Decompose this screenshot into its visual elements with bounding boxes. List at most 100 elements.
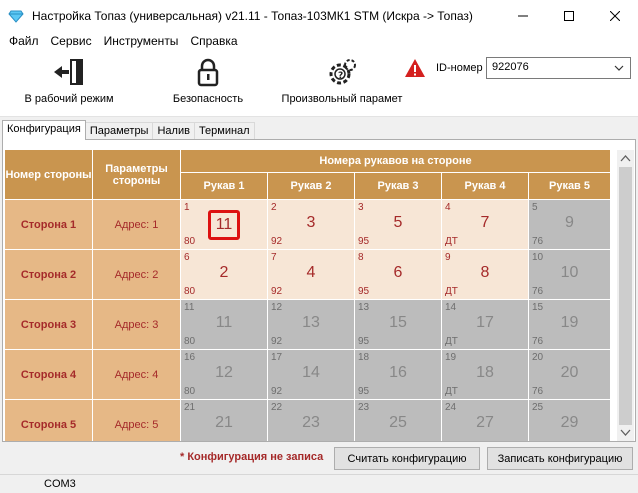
hose-number: 6	[393, 264, 403, 281]
fuel-grade: ДТ	[445, 286, 458, 297]
config-not-written-warning: * Конфигурация не записа	[180, 451, 324, 463]
hose-cell[interactable]: 8 6 95	[355, 250, 442, 300]
fuel-grade: 80	[184, 336, 196, 347]
hose-index: 5	[532, 202, 538, 213]
hose-number: 20	[560, 364, 579, 381]
work-mode-label: В рабочий режим	[24, 93, 114, 105]
gear-question-icon: ?	[329, 59, 356, 85]
menu-tools[interactable]: Инструменты	[98, 34, 185, 48]
menu-file[interactable]: Файл	[3, 34, 45, 48]
hose-index: 22	[271, 402, 283, 413]
side-address-cell[interactable]: Адрес: 2	[93, 250, 181, 300]
hose-cell[interactable]: 3 5 95	[355, 200, 442, 250]
fuel-grade: 76	[532, 336, 544, 347]
scroll-up-icon[interactable]	[617, 150, 634, 167]
side-address-cell[interactable]: Адрес: 3	[93, 300, 181, 350]
hose-index: 7	[271, 252, 277, 263]
fuel-grade: 92	[271, 336, 283, 347]
side-address-cell[interactable]: Адрес: 4	[93, 350, 181, 400]
work-mode-button[interactable]: В рабочий режим	[24, 57, 114, 105]
hose-cell[interactable]: 12 13 92	[268, 300, 355, 350]
hose-cell[interactable]: 6 2 80	[181, 250, 268, 300]
hose-index: 13	[358, 302, 370, 313]
fuel-grade: 76	[532, 236, 544, 247]
hose-number: 11	[207, 210, 241, 240]
hose-cell[interactable]: 9 8 ДТ	[442, 250, 529, 300]
header-hose-3: Рукав 3	[355, 173, 442, 200]
configuration-grid: Номер стороны Параметры стороны Номера р…	[5, 150, 611, 441]
hose-number: 11	[215, 314, 233, 331]
hose-cell[interactable]: 25 29	[529, 400, 611, 441]
hose-index: 3	[358, 202, 364, 213]
tab-terminal[interactable]: Терминал	[193, 122, 255, 140]
fuel-grade: 92	[271, 386, 283, 397]
side-address-cell[interactable]: Адрес: 5	[93, 400, 181, 441]
id-select[interactable]: 922076	[486, 57, 631, 79]
hose-index: 10	[532, 252, 544, 263]
write-config-button[interactable]: Записать конфигурацию	[487, 447, 633, 470]
hose-cell[interactable]: 18 16 95	[355, 350, 442, 400]
hose-index: 1	[184, 202, 190, 213]
side-number-cell[interactable]: Сторона 4	[5, 350, 93, 400]
side-number-cell[interactable]: Сторона 3	[5, 300, 93, 350]
security-button[interactable]: Безопасность	[166, 57, 250, 105]
menu-service[interactable]: Сервис	[45, 34, 98, 48]
hose-cell[interactable]: 13 15 95	[355, 300, 442, 350]
close-button[interactable]	[592, 0, 638, 31]
hose-cell[interactable]: 16 12 80	[181, 350, 268, 400]
hose-cell[interactable]: 7 4 92	[268, 250, 355, 300]
fuel-grade: 95	[358, 386, 370, 397]
window-title: Настройка Топаз (универсальная) v21.11 -…	[32, 8, 473, 23]
tab-filling[interactable]: Налив	[152, 122, 195, 140]
fuel-grade: 76	[532, 386, 544, 397]
hose-index: 24	[445, 402, 457, 413]
hose-cell[interactable]: 19 18 ДТ	[442, 350, 529, 400]
lock-icon	[197, 58, 219, 87]
side-number-cell[interactable]: Сторона 5	[5, 400, 93, 441]
scroll-thumb[interactable]	[619, 167, 632, 425]
side-number-cell[interactable]: Сторона 1	[5, 200, 93, 250]
hose-number: 17	[476, 314, 494, 331]
hose-cell[interactable]: 11 11 80	[181, 300, 268, 350]
status-bar: COM3	[0, 474, 638, 493]
maximize-button[interactable]	[546, 0, 592, 31]
tab-configuration[interactable]: Конфигурация	[2, 120, 86, 140]
fuel-grade: ДТ	[445, 236, 458, 247]
hose-number: 14	[302, 364, 320, 381]
header-hose-numbers: Номера рукавов на стороне	[181, 150, 611, 173]
hose-cell[interactable]: 5 9 76	[529, 200, 611, 250]
hose-cell[interactable]: 15 19 76	[529, 300, 611, 350]
hose-cell[interactable]: 17 14 92	[268, 350, 355, 400]
scroll-down-icon[interactable]	[617, 424, 634, 441]
tab-parameters[interactable]: Параметры	[84, 122, 154, 140]
hose-cell[interactable]: 22 23	[268, 400, 355, 441]
header-hose-5: Рукав 5	[529, 173, 611, 200]
vertical-scrollbar[interactable]	[617, 150, 634, 441]
header-hose-4: Рукав 4	[442, 173, 529, 200]
maximize-icon	[564, 10, 574, 21]
svg-text:?: ?	[338, 71, 343, 81]
id-label: ID-номер	[436, 62, 483, 74]
fuel-grade: 95	[358, 336, 370, 347]
read-config-button[interactable]: Считать конфигурацию	[334, 447, 480, 470]
hose-cell[interactable]: 24 27	[442, 400, 529, 441]
hose-cell[interactable]: 20 20 76	[529, 350, 611, 400]
hose-cell[interactable]: 21 21	[181, 400, 268, 441]
hose-cell[interactable]: 10 10 76	[529, 250, 611, 300]
close-icon	[610, 10, 620, 21]
menu-help[interactable]: Справка	[184, 34, 243, 48]
hose-index: 12	[271, 302, 283, 313]
hose-index: 8	[358, 252, 364, 263]
minimize-button[interactable]	[500, 0, 546, 31]
side-address-cell[interactable]: Адрес: 1	[93, 200, 181, 250]
hose-number: 9	[565, 214, 574, 231]
hose-cell[interactable]: 2 3 92	[268, 200, 355, 250]
hose-cell[interactable]: 4 7 ДТ	[442, 200, 529, 250]
hose-cell[interactable]: 1 11 80	[181, 200, 268, 250]
side-number-cell[interactable]: Сторона 2	[5, 250, 93, 300]
custom-param-button[interactable]: ? Произвольный парамет	[280, 57, 404, 105]
hose-cell[interactable]: 23 25	[355, 400, 442, 441]
hose-cell[interactable]: 14 17 ДТ	[442, 300, 529, 350]
hose-number: 27	[476, 414, 494, 431]
hose-number: 23	[302, 414, 320, 431]
